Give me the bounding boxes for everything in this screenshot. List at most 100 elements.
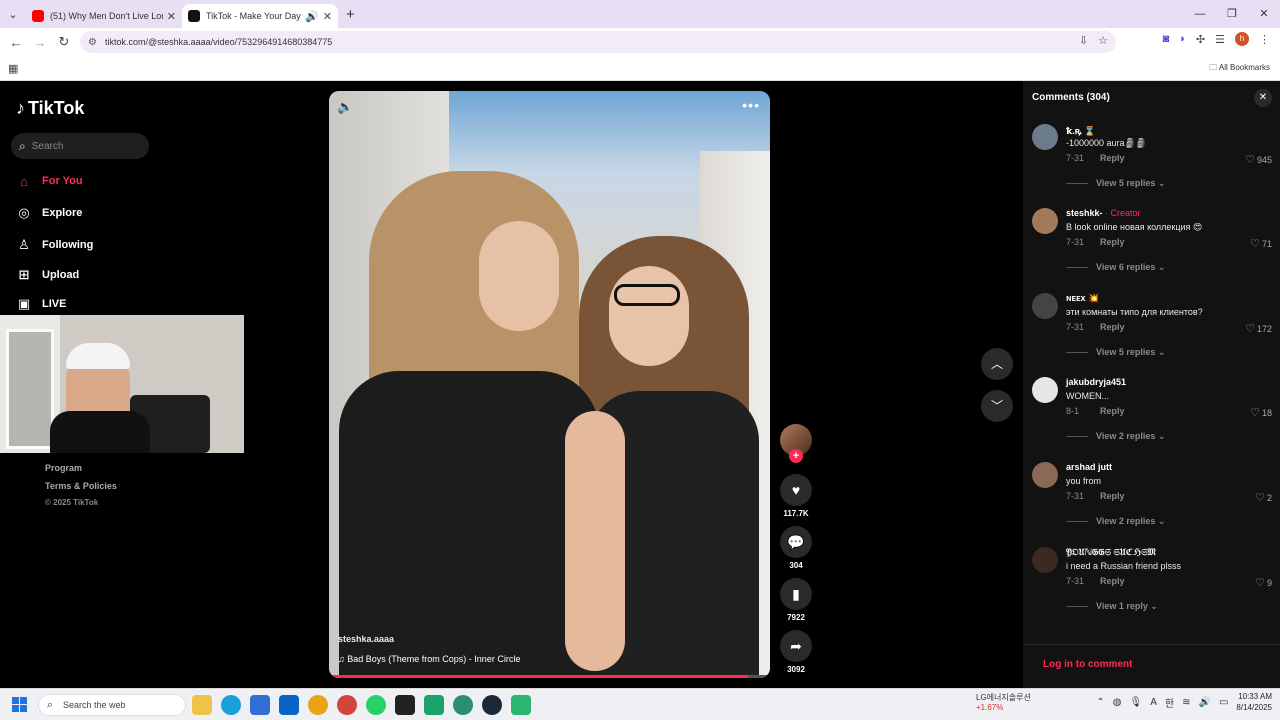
footer-terms-link[interactable]: Terms & Policies bbox=[45, 481, 117, 491]
view-replies-button[interactable]: View 1 reply ⌄ bbox=[1066, 601, 1158, 612]
chrome-icon[interactable] bbox=[308, 695, 328, 715]
comment-username[interactable]: 𝔜𝔒𝔘ℕ𝔊𝔊𝔖 𝔖𝔘ℭℌ𝔖𝔐 bbox=[1066, 547, 1156, 558]
install-icon[interactable]: ⇩ bbox=[1079, 34, 1088, 47]
microphone-icon[interactable]: 🎙 bbox=[1130, 697, 1143, 708]
comment-avatar[interactable] bbox=[1032, 462, 1058, 488]
whatsapp-icon[interactable] bbox=[366, 695, 386, 715]
comment-like-button[interactable]: ♡ 2 bbox=[1255, 491, 1272, 504]
ime-icon[interactable]: 한 bbox=[1165, 695, 1174, 710]
comment-like-button[interactable]: ♡ 945 bbox=[1245, 153, 1272, 166]
menu-icon[interactable]: ⋮ bbox=[1259, 33, 1270, 46]
tab-tiktok[interactable]: TikTok - Make Your Day 🔊 ✕ bbox=[182, 4, 338, 28]
bookmark-star-icon[interactable]: ☆ bbox=[1098, 34, 1108, 47]
wifi-icon[interactable]: ≋ bbox=[1182, 697, 1190, 708]
reply-button[interactable]: Reply bbox=[1100, 322, 1125, 332]
login-to-comment-link[interactable]: Log in to comment bbox=[1043, 659, 1132, 670]
site-info-icon[interactable]: ⚙ bbox=[88, 37, 97, 48]
comment-like-button[interactable]: ♡ 9 bbox=[1255, 576, 1272, 589]
volume-icon[interactable]: 🔈 bbox=[337, 99, 353, 115]
steam-icon[interactable] bbox=[482, 695, 502, 715]
profile-avatar[interactable]: h bbox=[1235, 32, 1249, 46]
view-replies-button[interactable]: View 2 replies ⌄ bbox=[1066, 431, 1165, 442]
extension-icon[interactable]: ◙ bbox=[1163, 33, 1170, 45]
app-icon[interactable] bbox=[424, 695, 444, 715]
save-button[interactable]: ▮ 7922 bbox=[780, 578, 812, 622]
nav-explore[interactable]: ◎ Explore bbox=[16, 203, 82, 223]
clock[interactable]: 10:33 AM 8/14/2025 bbox=[1236, 691, 1272, 713]
comment-username[interactable]: ꝁ.ꝶ ⌛ bbox=[1066, 124, 1095, 137]
file-explorer-icon[interactable] bbox=[192, 695, 212, 715]
close-tab-icon[interactable]: ✕ bbox=[323, 10, 332, 23]
new-tab-button[interactable]: + bbox=[346, 6, 355, 23]
footer-program-link[interactable]: Program bbox=[45, 463, 82, 473]
comment-like-button[interactable]: ♡ 71 bbox=[1250, 237, 1272, 250]
reply-button[interactable]: Reply bbox=[1100, 576, 1125, 586]
outlook-icon[interactable] bbox=[279, 695, 299, 715]
reply-button[interactable]: Reply bbox=[1100, 491, 1125, 501]
video-username[interactable]: steshka.aaaa bbox=[338, 634, 394, 644]
puzzle-icon[interactable]: ✣ bbox=[1196, 33, 1205, 46]
comment-avatar[interactable] bbox=[1032, 293, 1058, 319]
windows-start-icon[interactable] bbox=[12, 697, 28, 713]
comment-username[interactable]: jakubdryja451 bbox=[1066, 377, 1126, 387]
minimize-button[interactable]: — bbox=[1184, 0, 1216, 28]
app-icon[interactable] bbox=[395, 695, 415, 715]
comment-username[interactable]: steshkk- · Creator bbox=[1066, 208, 1141, 218]
font-icon[interactable]: A bbox=[1150, 697, 1157, 708]
video-progress-bar[interactable] bbox=[329, 675, 770, 678]
video-player[interactable]: 🔈 ••• steshka.aaaa ♫ Bad Boys (Theme fro… bbox=[329, 91, 770, 678]
follow-plus-icon[interactable]: + bbox=[789, 449, 803, 463]
video-music[interactable]: ♫ Bad Boys (Theme from Cops) - Inner Cir… bbox=[338, 654, 520, 664]
like-button[interactable]: ♥ 117.7K bbox=[780, 474, 812, 518]
reply-button[interactable]: Reply bbox=[1100, 406, 1125, 416]
store-icon[interactable] bbox=[250, 695, 270, 715]
comment-button[interactable]: 💬 304 bbox=[780, 526, 812, 570]
next-video-button[interactable]: ﹀ bbox=[981, 390, 1013, 422]
edge-icon[interactable] bbox=[221, 695, 241, 715]
reply-button[interactable]: Reply bbox=[1100, 237, 1125, 247]
search-input[interactable]: ⌕ Search bbox=[11, 133, 149, 159]
nav-upload[interactable]: ⊞ Upload bbox=[16, 265, 80, 285]
tray-app-icon[interactable]: ◍ bbox=[1113, 697, 1122, 708]
tiktok-logo[interactable]: ♪ TikTok bbox=[16, 98, 84, 119]
forward-button[interactable]: → bbox=[28, 35, 52, 50]
back-button[interactable]: ← bbox=[4, 35, 28, 50]
tab-youtube[interactable]: (51) Why Men Don't Live Long & ✕ bbox=[26, 4, 182, 28]
view-replies-button[interactable]: View 6 replies ⌄ bbox=[1066, 262, 1165, 273]
extension-icon[interactable]: ◗ bbox=[1179, 33, 1186, 45]
comment-like-button[interactable]: ♡ 172 bbox=[1245, 322, 1272, 335]
chevron-up-icon[interactable]: ⌃ bbox=[1096, 697, 1104, 708]
view-replies-button[interactable]: View 2 replies ⌄ bbox=[1066, 516, 1165, 527]
nav-following[interactable]: ♙ Following bbox=[16, 235, 93, 255]
battery-icon[interactable]: ▭ bbox=[1219, 697, 1228, 708]
close-window-button[interactable]: ✕ bbox=[1248, 0, 1280, 28]
media-icon[interactable]: ☰ bbox=[1215, 33, 1225, 46]
url-bar[interactable]: ⚙ tiktok.com/@steshka.aaaa/video/7532964… bbox=[80, 31, 1116, 53]
tab-search-button[interactable]: ⌄ bbox=[0, 0, 26, 28]
nav-live[interactable]: ▣ LIVE bbox=[16, 294, 67, 314]
restore-button[interactable]: ❐ bbox=[1216, 0, 1248, 28]
comment-username[interactable]: ɴᴇᴇx 💥 bbox=[1066, 293, 1099, 304]
share-button[interactable]: ➦ 3092 bbox=[780, 630, 812, 674]
comment-avatar[interactable] bbox=[1032, 124, 1058, 150]
stock-widget[interactable]: LG에너지솔루션 +1.67% bbox=[956, 692, 1031, 712]
view-replies-button[interactable]: View 5 replies ⌄ bbox=[1066, 178, 1165, 189]
app-icon[interactable] bbox=[453, 695, 473, 715]
volume-icon[interactable]: 🔊 bbox=[1199, 697, 1211, 708]
more-options-icon[interactable]: ••• bbox=[742, 97, 760, 113]
reply-button[interactable]: Reply bbox=[1100, 153, 1125, 163]
comment-avatar[interactable] bbox=[1032, 208, 1058, 234]
chrome-active-icon[interactable] bbox=[337, 695, 357, 715]
view-replies-button[interactable]: View 5 replies ⌄ bbox=[1066, 347, 1165, 358]
speaker-icon[interactable]: 🔊 bbox=[305, 10, 319, 23]
comment-avatar[interactable] bbox=[1032, 377, 1058, 403]
comment-like-button[interactable]: ♡ 18 bbox=[1250, 406, 1272, 419]
comment-avatar[interactable] bbox=[1032, 547, 1058, 573]
nav-for-you[interactable]: ⌂ For You bbox=[16, 171, 82, 191]
comment-username[interactable]: arshad jutt bbox=[1066, 462, 1112, 472]
apps-icon[interactable]: ▦ bbox=[8, 62, 18, 75]
close-comments-button[interactable]: ✕ bbox=[1254, 89, 1272, 107]
previous-video-button[interactable]: ︿ bbox=[981, 348, 1013, 380]
all-bookmarks[interactable]: 🗀 All Bookmarks bbox=[1209, 62, 1270, 76]
close-tab-icon[interactable]: ✕ bbox=[167, 10, 176, 23]
